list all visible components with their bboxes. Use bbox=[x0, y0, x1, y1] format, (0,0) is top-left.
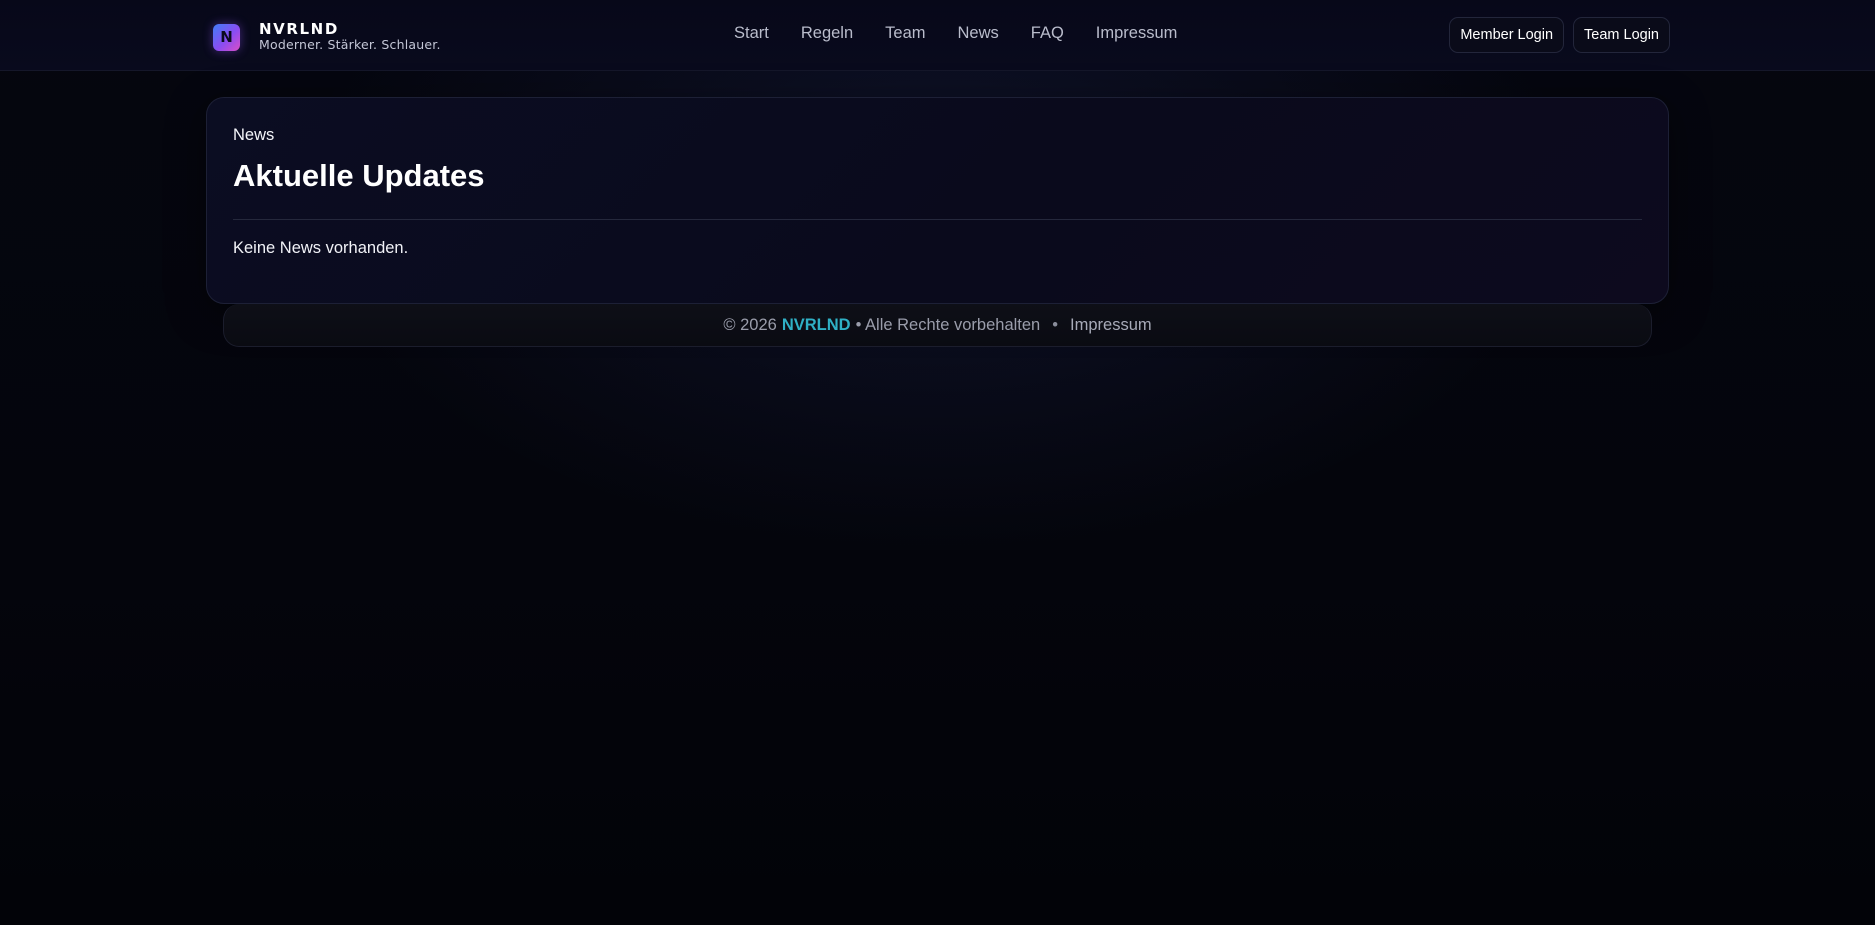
footer-impressum-link[interactable]: Impressum bbox=[1070, 316, 1152, 335]
footer-separator: • bbox=[1052, 315, 1059, 334]
site-footer: © 2026 NVRLND • Alle Rechte vorbehalten … bbox=[223, 304, 1652, 347]
footer-brand: NVRLND bbox=[781, 315, 851, 334]
logo-icon: N bbox=[213, 23, 240, 51]
brand-tagline: Moderner. Stärker. Schlauer. bbox=[259, 37, 441, 53]
brand-text: NVRLND Moderner. Stärker. Schlauer. bbox=[259, 22, 441, 52]
nav-item-news[interactable]: News bbox=[958, 24, 999, 43]
nav-item-team[interactable]: Team bbox=[885, 24, 925, 43]
footer-rights: • Alle Rechte vorbehalten bbox=[855, 315, 1041, 334]
nav-item-impressum[interactable]: Impressum bbox=[1096, 24, 1178, 43]
member-login-button[interactable]: Member Login bbox=[1449, 17, 1565, 53]
section-kicker: News bbox=[233, 126, 275, 144]
page-title: Aktuelle Updates bbox=[233, 158, 485, 193]
team-login-button[interactable]: Team Login bbox=[1573, 17, 1670, 53]
empty-state-message: Keine News vorhanden. bbox=[233, 239, 409, 257]
news-card: News Aktuelle Updates Keine News vorhand… bbox=[206, 97, 1669, 304]
footer-copyright: © 2026 bbox=[723, 315, 777, 334]
nav-item-faq[interactable]: FAQ bbox=[1031, 24, 1064, 43]
brand-name: NVRLND bbox=[259, 20, 339, 39]
nav-item-regeln[interactable]: Regeln bbox=[801, 24, 853, 43]
site-header: N NVRLND Moderner. Stärker. Schlauer. St… bbox=[0, 0, 1875, 71]
nav-item-start[interactable]: Start bbox=[734, 24, 769, 43]
main-nav: Start Regeln Team News FAQ Impressum bbox=[734, 24, 1177, 43]
brand-logo-link[interactable]: N NVRLND Moderner. Stärker. Schlauer. bbox=[213, 20, 441, 54]
divider bbox=[233, 219, 1642, 220]
auth-buttons: Member Login Team Login bbox=[1449, 17, 1670, 53]
logo-letter: N bbox=[220, 28, 233, 46]
